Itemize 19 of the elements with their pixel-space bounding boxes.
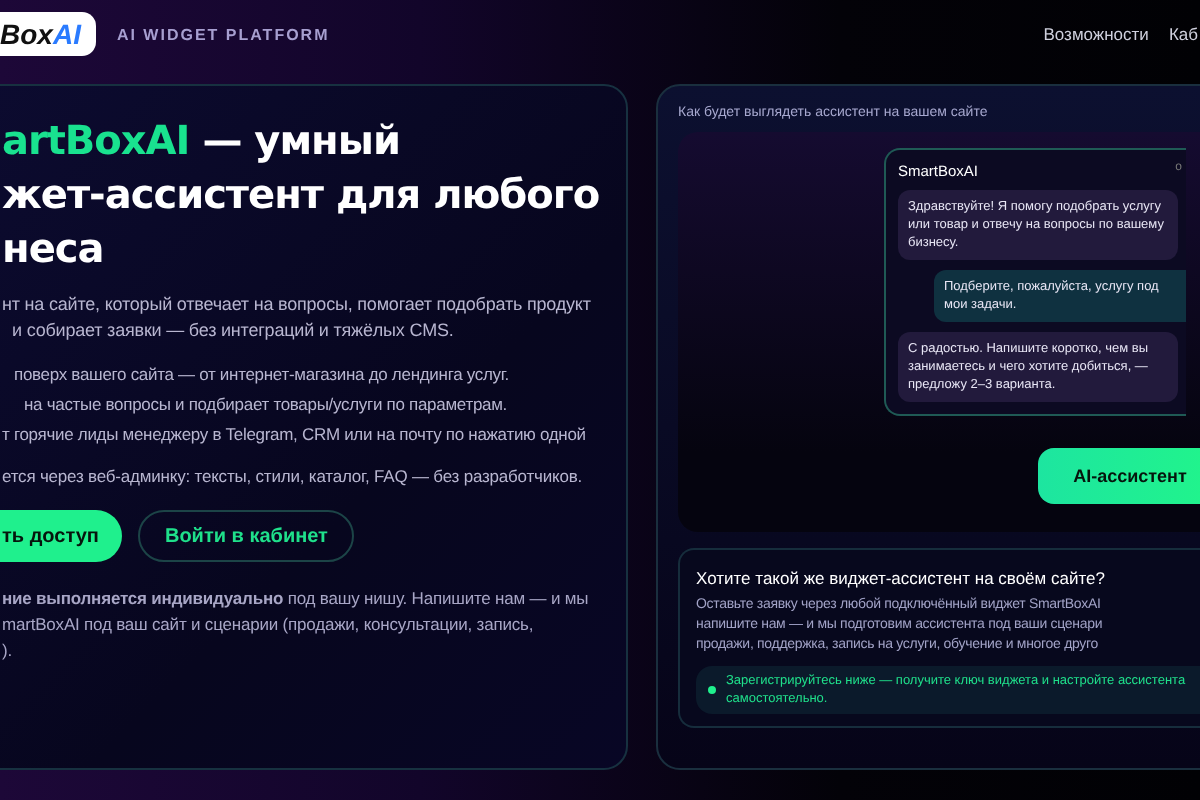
- note-text: ние выполняется индивидуально под вашу нишу. Напишите нам — и мы: [2, 586, 591, 612]
- tagline: AI WIDGET PLATFORM: [116, 25, 330, 43]
- assistant-button[interactable]: AI-ассистент: [1038, 448, 1200, 504]
- feature-text: поверх вашего сайта — от интернет-магазина до лендинга услуг.: [12, 362, 512, 388]
- dot-icon: [708, 686, 716, 694]
- feature-text: т горячие лиды менеджеру в Telegram, CRM или на почту по нажатию одной: [2, 422, 588, 448]
- access-button[interactable]: ть доступ: [0, 510, 123, 562]
- nav-link[interactable]: Возможности: [1043, 24, 1149, 44]
- hero-heading: artBoxAI — умный жет-ассистент для любого неса: [2, 114, 600, 276]
- intro-text: и собирает заявки — без интеграций и тяжёлых CMS.: [10, 318, 456, 344]
- note-text: martBoxAI под ваш сайт и сценарии (продажи, консультации, запись,: [2, 612, 536, 638]
- feature-text: на частые вопросы и подбирает товары/услуги по параметрам.: [22, 392, 510, 418]
- nav-link[interactable]: Каб: [1168, 24, 1198, 44]
- login-button[interactable]: Войти в кабинет: [138, 510, 354, 562]
- logo[interactable]: BoxAI: [0, 12, 97, 56]
- cta-title: Хотите такой же виджет-ассистент на своём сайте?: [696, 568, 1107, 588]
- admin-text: ется через веб-админку: тексты, стили, каталог, FAQ — без разработчиков.: [2, 466, 585, 486]
- intro-text: нт на сайте, который отвечает на вопросы, помогает подобрать продукт: [2, 292, 593, 318]
- note-text: ).: [2, 638, 14, 664]
